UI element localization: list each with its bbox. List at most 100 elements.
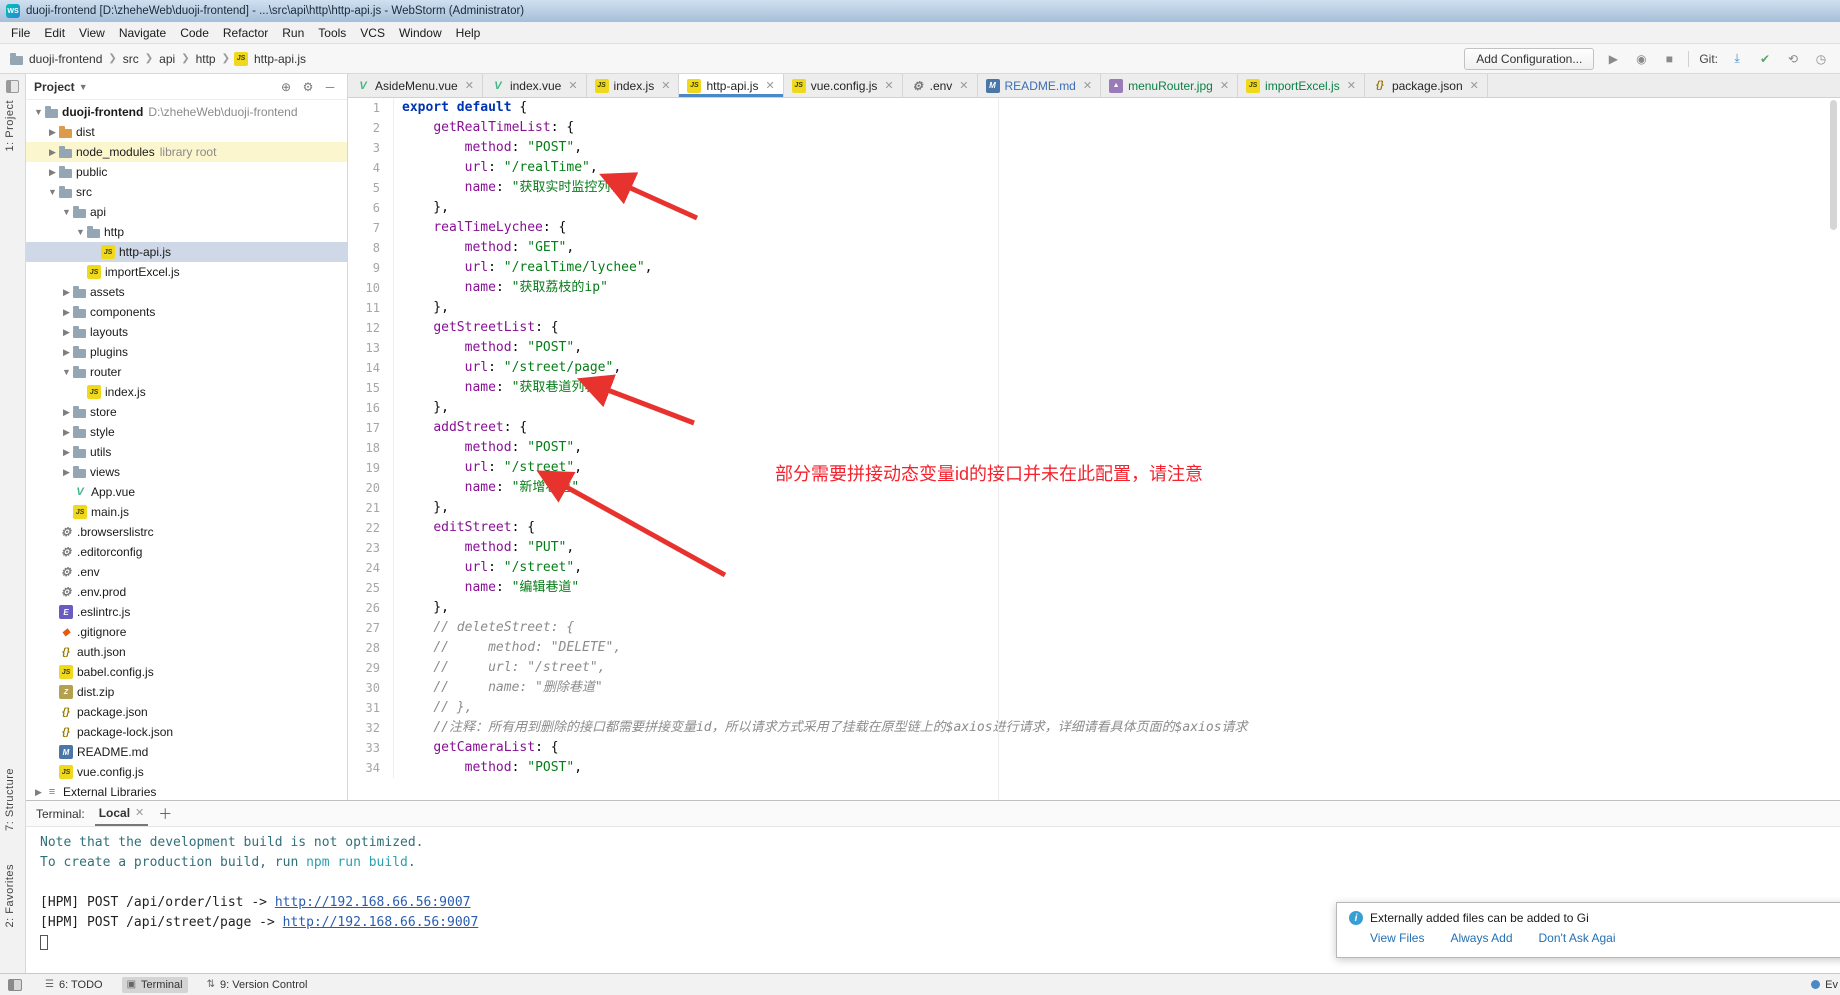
- tree-item-style[interactable]: ▶style: [26, 422, 347, 442]
- chevron-down-icon[interactable]: ▼: [60, 207, 73, 217]
- tree-item-auth-json[interactable]: {}auth.json: [26, 642, 347, 662]
- tree-item-package-lock-json[interactable]: {}package-lock.json: [26, 722, 347, 742]
- tree-item-views[interactable]: ▶views: [26, 462, 347, 482]
- chevron-right-icon[interactable]: ▶: [60, 447, 73, 458]
- close-icon[interactable]: ✕: [1220, 79, 1229, 92]
- close-icon[interactable]: ✕: [135, 806, 144, 819]
- tree-item-editorconfig[interactable]: ⚙.editorconfig: [26, 542, 347, 562]
- add-configuration-button[interactable]: Add Configuration...: [1464, 48, 1594, 70]
- close-icon[interactable]: ✕: [959, 79, 968, 92]
- stop-icon[interactable]: ■: [1660, 50, 1678, 68]
- breadcrumb-duoji-frontend[interactable]: duoji-frontend: [27, 50, 104, 68]
- tree-item-env-prod[interactable]: ⚙.env.prod: [26, 582, 347, 602]
- menu-window[interactable]: Window: [392, 23, 449, 43]
- hide-panel-icon[interactable]: ─: [321, 78, 339, 96]
- tree-item-gitignore[interactable]: ◆.gitignore: [26, 622, 347, 642]
- chevron-down-icon[interactable]: ▼: [32, 107, 45, 117]
- tree-item-components[interactable]: ▶components: [26, 302, 347, 322]
- tree-item-plugins[interactable]: ▶plugins: [26, 342, 347, 362]
- editor-scrollbar[interactable]: [1828, 98, 1839, 800]
- tab-index-js[interactable]: JSindex.js✕: [587, 74, 680, 97]
- terminal-tab-local[interactable]: Local ✕: [95, 802, 149, 826]
- tree-item-dist-zip[interactable]: Zdist.zip: [26, 682, 347, 702]
- locate-file-icon[interactable]: ⊕: [277, 78, 295, 96]
- close-icon[interactable]: ✕: [465, 79, 474, 92]
- chevron-down-icon[interactable]: ▼: [74, 227, 87, 237]
- new-terminal-icon[interactable]: ＋: [158, 804, 172, 824]
- stripe-structure-label[interactable]: 7: Structure: [4, 768, 16, 831]
- chevron-down-icon[interactable]: ▼: [79, 82, 88, 92]
- close-icon[interactable]: ✕: [1083, 79, 1092, 92]
- statusbar-9-version-control[interactable]: ⇅9: Version Control: [202, 977, 313, 993]
- tree-item-layouts[interactable]: ▶layouts: [26, 322, 347, 342]
- chevron-down-icon[interactable]: ▼: [46, 187, 59, 197]
- close-icon[interactable]: ✕: [568, 79, 577, 92]
- close-icon[interactable]: ✕: [1470, 79, 1479, 92]
- tree-item-babel-config-js[interactable]: JSbabel.config.js: [26, 662, 347, 682]
- chevron-right-icon[interactable]: ▶: [60, 287, 73, 298]
- stripe-project-label[interactable]: 1: Project: [4, 100, 16, 151]
- menu-file[interactable]: File: [4, 23, 37, 43]
- tree-item-app-vue[interactable]: VApp.vue: [26, 482, 347, 502]
- chevron-right-icon[interactable]: ▶: [60, 427, 73, 438]
- tree-item-external-libraries[interactable]: ▶≡External Libraries: [26, 782, 347, 800]
- chevron-right-icon[interactable]: ▶: [46, 167, 59, 178]
- close-icon[interactable]: ✕: [661, 79, 670, 92]
- breadcrumb-api[interactable]: api: [157, 50, 177, 68]
- terminal-link[interactable]: http://192.168.66.56:9007: [275, 895, 471, 910]
- stripe-favorites-label[interactable]: 2: Favorites: [4, 864, 16, 927]
- tree-item-src[interactable]: ▼src: [26, 182, 347, 202]
- chevron-right-icon[interactable]: ▶: [60, 307, 73, 318]
- breadcrumb-http[interactable]: http: [194, 50, 218, 68]
- chevron-right-icon[interactable]: ▶: [60, 407, 73, 418]
- tree-item-duoji-frontend[interactable]: ▼duoji-frontendD:\zheheWeb\duoji-fronten…: [26, 102, 347, 122]
- git-rollback-icon[interactable]: ⟲: [1784, 50, 1802, 68]
- tab-index-vue[interactable]: Vindex.vue✕: [483, 74, 587, 97]
- tree-item-api[interactable]: ▼api: [26, 202, 347, 222]
- tab-vue-config-js[interactable]: JSvue.config.js✕: [784, 74, 903, 97]
- breadcrumb-src[interactable]: src: [121, 50, 141, 68]
- tab-asidemenu-vue[interactable]: VAsideMenu.vue✕: [348, 74, 483, 97]
- notification-action-always-add[interactable]: Always Add: [1450, 931, 1512, 945]
- tree-item-index-js[interactable]: JSindex.js: [26, 382, 347, 402]
- tab-readme-md[interactable]: MREADME.md✕: [978, 74, 1102, 97]
- chevron-right-icon[interactable]: ▶: [46, 127, 59, 138]
- menu-vcs[interactable]: VCS: [353, 23, 392, 43]
- tree-item-utils[interactable]: ▶utils: [26, 442, 347, 462]
- chevron-right-icon[interactable]: ▶: [60, 327, 73, 338]
- statusbar-terminal[interactable]: ▣Terminal: [122, 977, 188, 993]
- tree-item-main-js[interactable]: JSmain.js: [26, 502, 347, 522]
- chevron-right-icon[interactable]: ▶: [60, 467, 73, 478]
- notification-action-don-t-ask-agai[interactable]: Don't Ask Agai: [1539, 931, 1616, 945]
- close-icon[interactable]: ✕: [884, 79, 893, 92]
- tab-importexcel-js[interactable]: JSimportExcel.js✕: [1238, 74, 1365, 97]
- terminal-link[interactable]: http://192.168.66.56:9007: [283, 915, 479, 930]
- history-icon[interactable]: ◷: [1812, 50, 1830, 68]
- tree-item-node-modules[interactable]: ▶node_moduleslibrary root: [26, 142, 347, 162]
- tree-item-eslintrc-js[interactable]: E.eslintrc.js: [26, 602, 347, 622]
- tab-http-api-js[interactable]: JShttp-api.js✕: [679, 74, 783, 97]
- close-icon[interactable]: ✕: [765, 79, 774, 92]
- chevron-right-icon[interactable]: ▶: [60, 347, 73, 358]
- run-icon[interactable]: ▶: [1604, 50, 1622, 68]
- menu-run[interactable]: Run: [275, 23, 311, 43]
- menu-help[interactable]: Help: [449, 23, 488, 43]
- tree-item-package-json[interactable]: {}package.json: [26, 702, 347, 722]
- git-update-icon[interactable]: ⤓: [1728, 50, 1746, 68]
- status-bar-right[interactable]: Ev: [1811, 979, 1840, 991]
- breadcrumb-http-api-js[interactable]: http-api.js: [252, 50, 308, 68]
- notification-action-view-files[interactable]: View Files: [1370, 931, 1424, 945]
- tab-env[interactable]: ⚙.env✕: [903, 74, 978, 97]
- tree-item-dist[interactable]: ▶dist: [26, 122, 347, 142]
- close-icon[interactable]: ✕: [1347, 79, 1356, 92]
- tree-item-http-api-js[interactable]: JShttp-api.js: [26, 242, 347, 262]
- tab-package-json[interactable]: {}package.json✕: [1365, 74, 1488, 97]
- tree-item-vue-config-js[interactable]: JSvue.config.js: [26, 762, 347, 782]
- chevron-right-icon[interactable]: ▶: [32, 787, 45, 798]
- tree-item-browserslistrc[interactable]: ⚙.browserslistrc: [26, 522, 347, 542]
- menu-navigate[interactable]: Navigate: [112, 23, 173, 43]
- code-editor[interactable]: 1export default {2 getRealTimeList: {3 m…: [348, 98, 1840, 800]
- menu-view[interactable]: View: [72, 23, 112, 43]
- chevron-down-icon[interactable]: ▼: [60, 367, 73, 377]
- tree-item-assets[interactable]: ▶assets: [26, 282, 347, 302]
